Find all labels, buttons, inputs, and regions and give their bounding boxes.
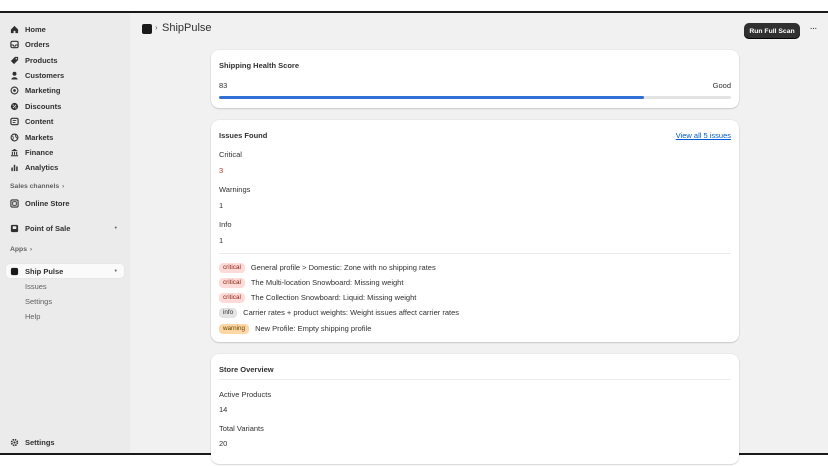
severity-badge: critical (219, 277, 245, 288)
sidebar-item-markets[interactable]: Markets (6, 130, 124, 144)
active-products-label: Active Products (219, 390, 272, 399)
sidebar-item-point-of-sale[interactable]: Point of Sale • (6, 221, 124, 235)
store-icon (10, 198, 19, 208)
chevron-right-icon: › (30, 246, 32, 253)
app-frame: Home Orders Products Customers Marketing… (0, 11, 828, 464)
sidebar-item-ship-pulse[interactable]: Ship Pulse • (6, 264, 124, 278)
total-variants-label: Total Variants (219, 424, 264, 433)
total-variants-value: 20 (219, 439, 228, 448)
card-title: Store Overview (219, 365, 274, 374)
view-all-issues-link[interactable]: View all 5 issues (676, 131, 731, 140)
tag-icon (10, 56, 19, 65)
divider (219, 379, 731, 380)
active-products-value: 14 (219, 405, 228, 414)
issue-text: Carrier rates + product weights: Weight … (243, 308, 460, 317)
sidebar-item-online-store[interactable]: Online Store (6, 196, 124, 210)
sidebar-item-label: Content (25, 116, 54, 126)
sidebar-item-home[interactable]: Home (6, 22, 124, 36)
sidebar-subitem-help[interactable]: Help (25, 312, 40, 321)
card-title: Shipping Health Score (219, 61, 300, 70)
health-status: Good (712, 81, 731, 90)
sidebar-item-marketing[interactable]: Marketing (6, 83, 124, 97)
issue-list-item[interactable]: critical The Multi-location Snowboard: M… (219, 277, 403, 288)
divider (219, 253, 731, 254)
person-icon (10, 71, 19, 80)
page-title: ShipPulse (162, 22, 212, 34)
breadcrumb-separator: › (155, 23, 158, 32)
critical-label: Critical (219, 150, 242, 159)
sidebar-item-label: Analytics (25, 162, 59, 172)
target-icon (10, 86, 19, 95)
chevron-right-icon: › (62, 183, 65, 190)
pin-indicator: • (114, 224, 117, 232)
discount-icon (10, 102, 19, 111)
sidebar-item-label: Finance (25, 147, 54, 157)
content-icon (10, 117, 19, 126)
app-logo-icon (142, 24, 152, 34)
warnings-count: 1 (219, 201, 224, 210)
issue-list-item[interactable]: critical General profile > Domestic: Zon… (219, 262, 436, 273)
issue-list-item[interactable]: info Carrier rates + product weights: We… (219, 307, 459, 318)
issue-text: New Profile: Empty shipping profile (255, 324, 372, 333)
bar-chart-icon (10, 163, 19, 172)
sidebar-item-label: Products (25, 55, 58, 65)
sidebar-subitem-issues[interactable]: Issues (25, 282, 47, 291)
severity-badge: critical (219, 292, 245, 303)
bank-icon (10, 148, 19, 157)
sidebar-item-content[interactable]: Content (6, 114, 124, 128)
app-icon (10, 267, 19, 276)
critical-count: 3 (219, 166, 224, 175)
inbox-icon (10, 40, 19, 49)
gear-icon (10, 438, 19, 447)
warnings-label: Warnings (219, 185, 251, 194)
pin-indicator: • (114, 267, 117, 275)
issue-text: The Multi-location Snowboard: Missing we… (250, 278, 404, 287)
issue-list-item[interactable]: critical The Collection Snowboard: Liqui… (219, 292, 416, 303)
sidebar-item-finance[interactable]: Finance (6, 145, 124, 159)
sidebar: Home Orders Products Customers Marketing… (0, 13, 130, 453)
sidebar-item-label: Marketing (25, 85, 61, 95)
sidebar-item-label: Orders (25, 39, 50, 49)
page-header: › ShipPulse Run Full Scan ··· (130, 13, 828, 49)
pos-icon (10, 224, 19, 233)
issues-card: Issues Found View all 5 issues Critical … (211, 120, 739, 342)
severity-badge: info (219, 307, 238, 318)
sidebar-item-label: Customers (25, 70, 65, 80)
more-actions-button[interactable]: ··· (806, 23, 820, 39)
severity-badge: warning (219, 323, 250, 334)
health-progress-bar (219, 96, 731, 99)
home-icon (10, 25, 19, 34)
sidebar-item-analytics[interactable]: Analytics (6, 160, 124, 174)
info-label: Info (219, 220, 232, 229)
health-score-card: Shipping Health Score 83 Good (211, 50, 739, 108)
run-full-scan-button[interactable]: Run Full Scan (744, 23, 800, 39)
sidebar-item-label: Home (25, 24, 46, 34)
sidebar-subitem-settings[interactable]: Settings (25, 297, 52, 306)
store-overview-card: Store Overview Active Products 14 Total … (211, 354, 739, 464)
sidebar-item-settings[interactable]: Settings (6, 435, 124, 449)
sidebar-item-label: Markets (25, 132, 54, 142)
issue-list-item[interactable]: warning New Profile: Empty shipping prof… (219, 323, 371, 334)
sidebar-item-discounts[interactable]: Discounts (6, 99, 124, 113)
sidebar-item-customers[interactable]: Customers (6, 68, 124, 82)
sidebar-item-label: Discounts (25, 101, 62, 111)
issue-text: The Collection Snowboard: Liquid: Missin… (250, 293, 417, 302)
issue-text: General profile > Domestic: Zone with no… (250, 263, 436, 272)
card-title: Issues Found (219, 131, 268, 140)
info-count: 1 (219, 236, 224, 245)
globe-icon (10, 133, 19, 142)
sidebar-item-products[interactable]: Products (6, 53, 124, 67)
sales-channels-heading[interactable]: Sales channels › (10, 183, 64, 190)
health-progress-fill (219, 96, 644, 99)
sidebar-item-orders[interactable]: Orders (6, 37, 124, 51)
apps-heading[interactable]: Apps › (10, 246, 32, 253)
health-score-value: 83 (219, 81, 228, 90)
severity-badge: critical (219, 262, 245, 273)
